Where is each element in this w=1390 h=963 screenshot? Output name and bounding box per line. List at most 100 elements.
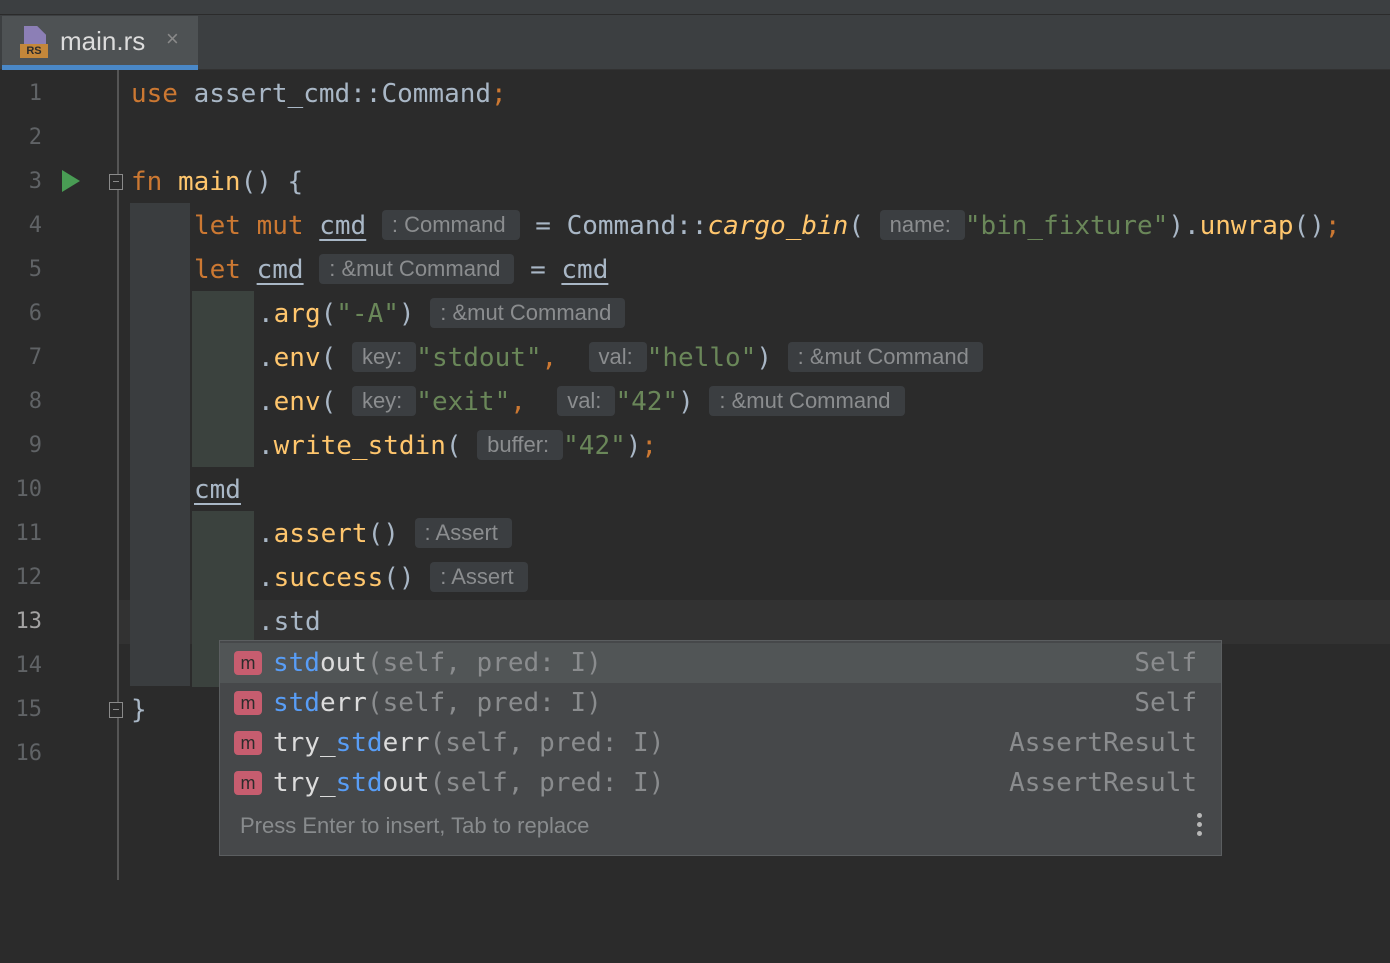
active-tab-indicator — [2, 65, 198, 70]
punct: () — [367, 519, 399, 549]
method-icon: m — [234, 651, 262, 675]
punct: ( — [320, 343, 337, 373]
string: "exit" — [416, 387, 511, 417]
completion-item[interactable]: m stdout(self, pred: I) Self — [220, 643, 1221, 683]
punct: . — [258, 299, 274, 329]
punct: ) — [756, 343, 772, 373]
punct: ( — [445, 431, 462, 461]
punct: ( — [320, 299, 337, 329]
completion-item[interactable]: m try_stderr(self, pred: I) AssertResult — [220, 723, 1221, 763]
type-hint: : Assert — [414, 518, 512, 548]
code-line-13: .std — [258, 600, 321, 644]
tab-label: main.rs — [60, 26, 146, 56]
punct: ) — [678, 387, 694, 417]
punct: . — [258, 343, 274, 373]
line-number: 2 — [28, 125, 42, 150]
punct: . — [258, 519, 274, 549]
keyword: let — [194, 211, 241, 241]
line-number: 8 — [28, 389, 42, 414]
rust-file-icon: RS — [20, 26, 50, 58]
line-number: 6 — [28, 301, 42, 326]
string: "stdout" — [416, 343, 542, 373]
method-icon: m — [234, 691, 262, 715]
code-line-1: use assert_cmd::Command; — [131, 72, 507, 116]
completion-return-type: Self — [1134, 648, 1197, 678]
punct: } — [131, 695, 147, 725]
param-hint: val: — [588, 342, 647, 372]
line-number: 14 — [15, 653, 43, 678]
code-line-3: fn main() { — [131, 160, 303, 204]
punct: ( — [848, 211, 864, 241]
line-number-current: 13 — [15, 609, 43, 634]
op: = — [519, 211, 567, 241]
code-line-15: } — [131, 688, 147, 732]
completion-return-type: AssertResult — [1009, 768, 1197, 798]
keyword: let — [194, 255, 241, 285]
type-hint: : &mut Command — [319, 254, 515, 284]
line-number: 12 — [15, 565, 43, 590]
string: "42" — [615, 387, 679, 417]
string: "bin_fixture" — [964, 211, 1169, 241]
punct: , — [510, 387, 526, 417]
gutter-separator — [117, 70, 119, 880]
punct: ; — [1324, 211, 1341, 241]
completion-item[interactable]: m try_stdout(self, pred: I) AssertResult — [220, 763, 1221, 803]
string: "42" — [563, 431, 626, 461]
punct: ( — [320, 387, 337, 417]
fn-call: write_stdin — [273, 431, 446, 461]
line-number: 5 — [28, 257, 42, 282]
fold-marker-icon[interactable] — [109, 174, 123, 190]
op: = — [514, 255, 562, 285]
indent-block — [130, 203, 190, 686]
code-line-5: let cmd : &mut Command = cmd — [194, 248, 608, 292]
fn-call: env — [273, 343, 321, 373]
fn-call: cargo_bin — [707, 211, 849, 241]
punct: . — [258, 563, 274, 593]
type-hint: : Command — [381, 210, 520, 240]
indent-block — [192, 291, 254, 467]
line-number: 10 — [15, 477, 43, 502]
type-hint: : &mut Command — [430, 298, 626, 328]
punct: ) — [625, 431, 642, 461]
path: Command:: — [566, 211, 708, 241]
code-line-4: let mut cmd : Command = Command::cargo_b… — [194, 204, 1341, 248]
punct: ). — [1168, 211, 1200, 241]
punct: , — [541, 343, 558, 373]
punct: () — [383, 563, 415, 593]
line-number: 1 — [28, 81, 42, 106]
param-hint: key: — [351, 342, 417, 372]
line-number: 4 — [28, 213, 42, 238]
code-line-8: .env( key: "exit", val: "42") : &mut Comma… — [258, 380, 905, 424]
more-vertical-icon[interactable] — [1197, 813, 1203, 843]
variable: cmd — [319, 211, 367, 241]
param-hint: name: — [879, 210, 965, 240]
keyword: mut — [256, 211, 304, 241]
tab-bar-divider — [0, 14, 1390, 15]
type-hint: : Assert — [430, 562, 528, 592]
file-icon-badge: RS — [20, 44, 48, 58]
punct: ; — [491, 79, 507, 109]
param-hint: val: — [557, 386, 616, 416]
completion-item[interactable]: m stderr(self, pred: I) Self — [220, 683, 1221, 723]
punct: () — [1293, 211, 1325, 241]
fn-call: success — [273, 563, 384, 593]
code-line-10: cmd — [194, 468, 241, 512]
punct: ; — [641, 431, 658, 461]
line-number: 15 — [15, 697, 43, 722]
fold-marker-icon[interactable] — [109, 702, 123, 718]
punct: ) — [398, 299, 415, 329]
completion-return-type: Self — [1134, 688, 1197, 718]
line-number: 9 — [28, 433, 42, 458]
code-line-7: .env( key: "stdout", val: "hello") : &mut … — [258, 336, 983, 380]
close-icon[interactable]: × — [166, 26, 179, 52]
completion-item-text: stdout(self, pred: I) — [273, 648, 602, 678]
param-hint: buffer: — [477, 430, 564, 460]
string: "hello" — [646, 343, 757, 373]
punct: . — [258, 607, 274, 637]
run-icon[interactable] — [62, 170, 80, 192]
fn-call: arg — [273, 299, 321, 329]
tab-main-rs[interactable]: RS main.rs × — [2, 16, 198, 70]
punct: () { — [240, 167, 304, 197]
completion-item-text: try_stdout(self, pred: I) — [273, 768, 665, 798]
method-icon: m — [234, 771, 262, 795]
